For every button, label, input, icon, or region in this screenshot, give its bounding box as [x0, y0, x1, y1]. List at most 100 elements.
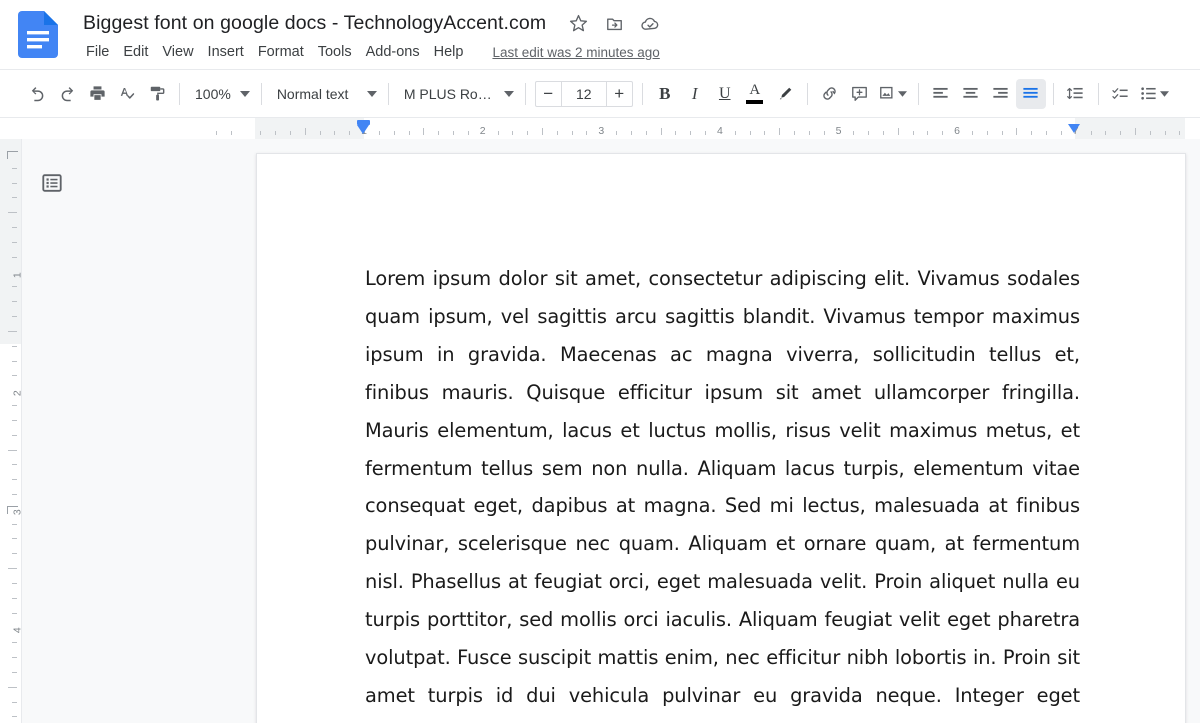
docs-file-icon[interactable]: [18, 11, 58, 58]
toolbar-divider: [179, 83, 180, 105]
ruler-tick: [512, 131, 513, 135]
menu-item-addons[interactable]: Add-ons: [359, 42, 427, 62]
ruler-tick: [616, 131, 617, 135]
paragraph-style-dropdown[interactable]: Normal text: [269, 79, 381, 109]
spellcheck-icon[interactable]: [112, 79, 142, 109]
chevron-down-icon[interactable]: [1160, 91, 1169, 97]
underline-label: U: [719, 85, 731, 103]
ruler-tick: [572, 131, 573, 135]
ruler-number: 4: [717, 126, 723, 137]
bulleted-list-icon[interactable]: [1136, 79, 1172, 109]
left-indent-marker[interactable]: [357, 119, 370, 135]
bold-button[interactable]: B: [650, 79, 680, 109]
undo-icon[interactable]: [22, 79, 52, 109]
document-outline-icon[interactable]: [36, 167, 68, 199]
menu-item-edit[interactable]: Edit: [116, 42, 155, 62]
font-family-dropdown[interactable]: M PLUS Ro…: [396, 79, 518, 109]
ruler-tick: [586, 131, 587, 135]
align-justify-button[interactable]: [1016, 79, 1046, 109]
ruler-tick: [290, 131, 291, 135]
star-icon[interactable]: [566, 11, 590, 35]
redo-icon[interactable]: [52, 79, 82, 109]
document-text-area[interactable]: Lorem ipsum dolor sit amet, consectetur …: [365, 260, 1080, 723]
print-icon[interactable]: [82, 79, 112, 109]
ruler-top-margin-zone: [0, 139, 21, 344]
ruler-tick: [1016, 128, 1017, 135]
vertical-ruler-tick: [12, 361, 17, 362]
font-size-decrease-button[interactable]: −: [535, 81, 562, 107]
ruler-tick: [379, 131, 380, 135]
vertical-ruler-tick: [12, 301, 17, 302]
ruler-tick: [305, 128, 306, 135]
top-margin-handle[interactable]: [7, 151, 18, 159]
right-indent-marker[interactable]: [1068, 124, 1081, 135]
ruler-tick: [1150, 131, 1151, 135]
document-page[interactable]: Lorem ipsum dolor sit amet, consectetur …: [256, 153, 1186, 723]
ruler-tick: [1120, 131, 1121, 135]
menu-item-help[interactable]: Help: [427, 42, 471, 62]
vertical-ruler-tick: [12, 613, 17, 614]
align-right-button[interactable]: [986, 79, 1016, 109]
last-edit-link[interactable]: Last edit was 2 minutes ago: [492, 45, 659, 60]
highlight-color-icon[interactable]: [770, 79, 800, 109]
vertical-ruler-tick: [12, 702, 17, 703]
text-color-label: A: [749, 83, 760, 98]
line-spacing-icon[interactable]: [1061, 79, 1091, 109]
paint-format-icon[interactable]: [142, 79, 172, 109]
vertical-ruler-tick: [12, 435, 17, 436]
menu-item-format[interactable]: Format: [251, 42, 311, 62]
underline-button[interactable]: U: [710, 79, 740, 109]
ruler-tick: [972, 131, 973, 135]
font-size-increase-button[interactable]: +: [606, 81, 633, 107]
document-paragraph: Lorem ipsum dolor sit amet, consectetur …: [365, 260, 1080, 723]
vertical-ruler-tick: [12, 642, 17, 643]
align-left-button[interactable]: [926, 79, 956, 109]
ruler-tick: [231, 131, 232, 135]
move-to-folder-icon[interactable]: [602, 11, 626, 35]
insert-link-icon[interactable]: [815, 79, 845, 109]
menu-item-file[interactable]: File: [79, 42, 116, 62]
add-comment-icon[interactable]: [845, 79, 875, 109]
toolbar-divider: [1053, 83, 1054, 105]
vertical-ruler[interactable]: 1234: [0, 139, 21, 723]
font-size-input[interactable]: 12: [562, 81, 606, 107]
vertical-ruler-tick: [12, 420, 17, 421]
bottom-margin-handle[interactable]: [7, 506, 18, 514]
ruler-tick: [1105, 131, 1106, 135]
ruler-tick: [750, 131, 751, 135]
ruler-tick: [883, 131, 884, 135]
ruler-tick: [1091, 131, 1092, 135]
menu-item-tools[interactable]: Tools: [311, 42, 359, 62]
top-bar: Biggest font on google docs - Technology…: [0, 0, 1200, 70]
vertical-ruler-tick: [12, 464, 17, 465]
menu-item-view[interactable]: View: [155, 42, 200, 62]
ruler-tick: [216, 131, 217, 135]
vertical-ruler-number: 4: [13, 628, 21, 634]
checklist-icon[interactable]: [1106, 79, 1136, 109]
cloud-saved-icon[interactable]: [638, 11, 662, 35]
toolbar-divider: [918, 83, 919, 105]
ruler-tick: [320, 131, 321, 135]
italic-button[interactable]: I: [680, 79, 710, 109]
toolbar-divider: [261, 83, 262, 105]
ruler-tick: [1002, 131, 1003, 135]
text-color-button[interactable]: A: [740, 79, 770, 109]
document-title[interactable]: Biggest font on google docs - Technology…: [79, 10, 550, 37]
menu-item-insert[interactable]: Insert: [201, 42, 251, 62]
font-family-value: M PLUS Ro…: [404, 86, 492, 102]
zoom-dropdown[interactable]: 100%: [187, 79, 254, 109]
ruler-tick: [809, 131, 810, 135]
ruler-tick: [1061, 131, 1062, 135]
ruler-tick: [661, 128, 662, 135]
ruler-tick: [631, 131, 632, 135]
vertical-ruler-tick: [12, 197, 17, 198]
document-canvas: Lorem ipsum dolor sit amet, consectetur …: [21, 139, 1200, 723]
insert-image-icon[interactable]: [875, 79, 911, 109]
horizontal-ruler[interactable]: 1234567: [0, 118, 1200, 139]
vertical-ruler-tick: [12, 183, 17, 184]
toolbar-divider: [388, 83, 389, 105]
align-center-button[interactable]: [956, 79, 986, 109]
vertical-ruler-tick: [8, 450, 17, 451]
ruler-tick: [735, 131, 736, 135]
vertical-ruler-tick: [12, 598, 17, 599]
